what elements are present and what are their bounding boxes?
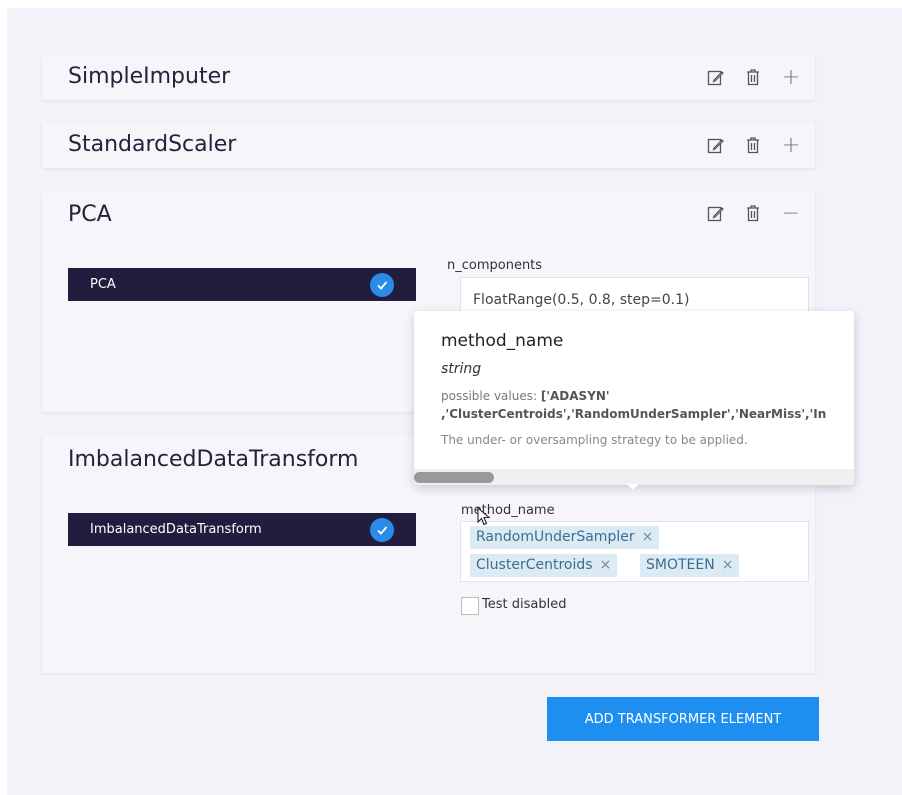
pca-row-label: PCA	[90, 277, 116, 292]
trash-icon[interactable]	[743, 203, 763, 223]
method-name-label: method_name	[461, 503, 555, 518]
tooltip-scrollbar-thumb[interactable]	[414, 472, 494, 483]
edit-icon[interactable]	[705, 67, 725, 87]
tag-smoteen[interactable]: SMOTEEN ×	[640, 554, 740, 577]
test-disabled-checkbox[interactable]	[461, 597, 479, 615]
tooltip-description: The under- or oversampling strategy to b…	[441, 433, 748, 447]
transformer-card-standardscaler[interactable]: StandardScaler +	[42, 122, 815, 168]
check-icon	[370, 518, 394, 542]
test-disabled-label: Test disabled	[482, 597, 567, 612]
card-title: ImbalancedDataTransform	[68, 447, 359, 472]
card-title: StandardScaler	[68, 132, 237, 157]
tooltip-possible-values: possible values: ['ADASYN' ,'ClusterCent…	[441, 389, 827, 421]
card-title: PCA	[68, 202, 112, 227]
tooltip-scrollbar[interactable]	[414, 469, 854, 485]
collapse-icon[interactable]: −	[781, 201, 801, 226]
expand-icon[interactable]: +	[781, 65, 801, 90]
tooltip-type: string	[441, 361, 482, 377]
edit-icon[interactable]	[705, 203, 725, 223]
n-components-value: FloatRange(0.5, 0.8, step=0.1)	[473, 292, 690, 308]
tooltip-arrow-icon	[627, 484, 639, 490]
expand-icon[interactable]: +	[781, 133, 801, 158]
n-components-label: n_components	[447, 258, 543, 273]
tooltip-title: method_name	[441, 331, 564, 351]
imbalanced-selected-row[interactable]: ImbalancedDataTransform	[68, 513, 416, 546]
check-icon	[370, 273, 394, 297]
trash-icon[interactable]	[743, 67, 763, 87]
pca-selected-row[interactable]: PCA	[68, 268, 416, 301]
remove-tag-icon[interactable]: ×	[722, 557, 734, 573]
trash-icon[interactable]	[743, 135, 763, 155]
imbalanced-row-label: ImbalancedDataTransform	[90, 522, 262, 537]
method-name-tooltip: method_name string possible values: ['AD…	[414, 311, 854, 485]
tag-cluster-centroids[interactable]: ClusterCentroids ×	[470, 554, 618, 577]
edit-icon[interactable]	[705, 135, 725, 155]
mouse-cursor-icon	[477, 507, 491, 526]
tag-random-under-sampler[interactable]: RandomUnderSampler ×	[470, 526, 660, 549]
remove-tag-icon[interactable]: ×	[642, 529, 654, 545]
card-title: SimpleImputer	[68, 64, 231, 89]
remove-tag-icon[interactable]: ×	[600, 557, 612, 573]
transformer-card-simpleimputer[interactable]: SimpleImputer +	[42, 54, 815, 100]
add-transformer-element-button[interactable]: ADD TRANSFORMER ELEMENT	[547, 697, 819, 741]
